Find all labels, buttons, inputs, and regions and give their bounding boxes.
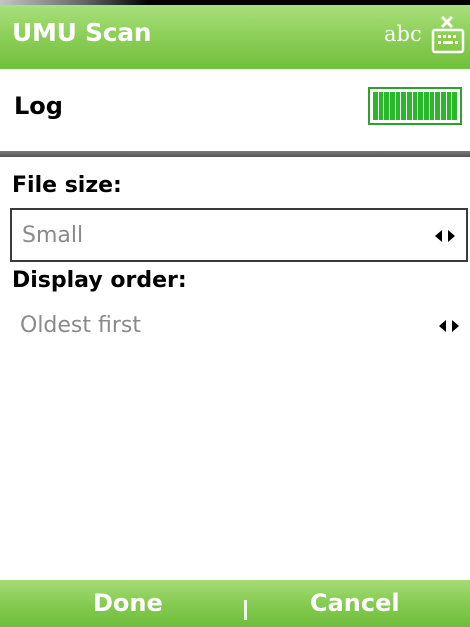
keyboard-input-icon[interactable] bbox=[430, 15, 466, 55]
header-separator bbox=[0, 151, 470, 157]
file-size-picker[interactable]: Small bbox=[10, 208, 468, 262]
input-mode-indicator[interactable]: abc bbox=[384, 22, 422, 46]
left-right-arrows-icon[interactable] bbox=[434, 230, 456, 242]
signal-strength-icon bbox=[368, 87, 462, 125]
device-screen: UMU Scan abc Log File size: Small Displa… bbox=[0, 0, 470, 627]
cancel-softkey[interactable]: Cancel bbox=[310, 588, 400, 618]
page-header: Log bbox=[0, 69, 470, 151]
display-order-picker[interactable]: Oldest first bbox=[0, 300, 470, 354]
app-title: UMU Scan bbox=[12, 18, 152, 47]
left-right-arrows-icon[interactable] bbox=[438, 320, 460, 332]
softkey-bar: Done Cancel bbox=[0, 580, 470, 627]
softkey-divider bbox=[244, 600, 247, 620]
page-title: Log bbox=[14, 92, 63, 120]
display-order-value: Oldest first bbox=[20, 313, 141, 338]
done-softkey[interactable]: Done bbox=[93, 588, 163, 618]
display-order-label: Display order: bbox=[12, 268, 187, 293]
file-size-label: File size: bbox=[12, 173, 122, 198]
title-bar: UMU Scan abc bbox=[0, 5, 470, 69]
file-size-value: Small bbox=[22, 223, 84, 248]
